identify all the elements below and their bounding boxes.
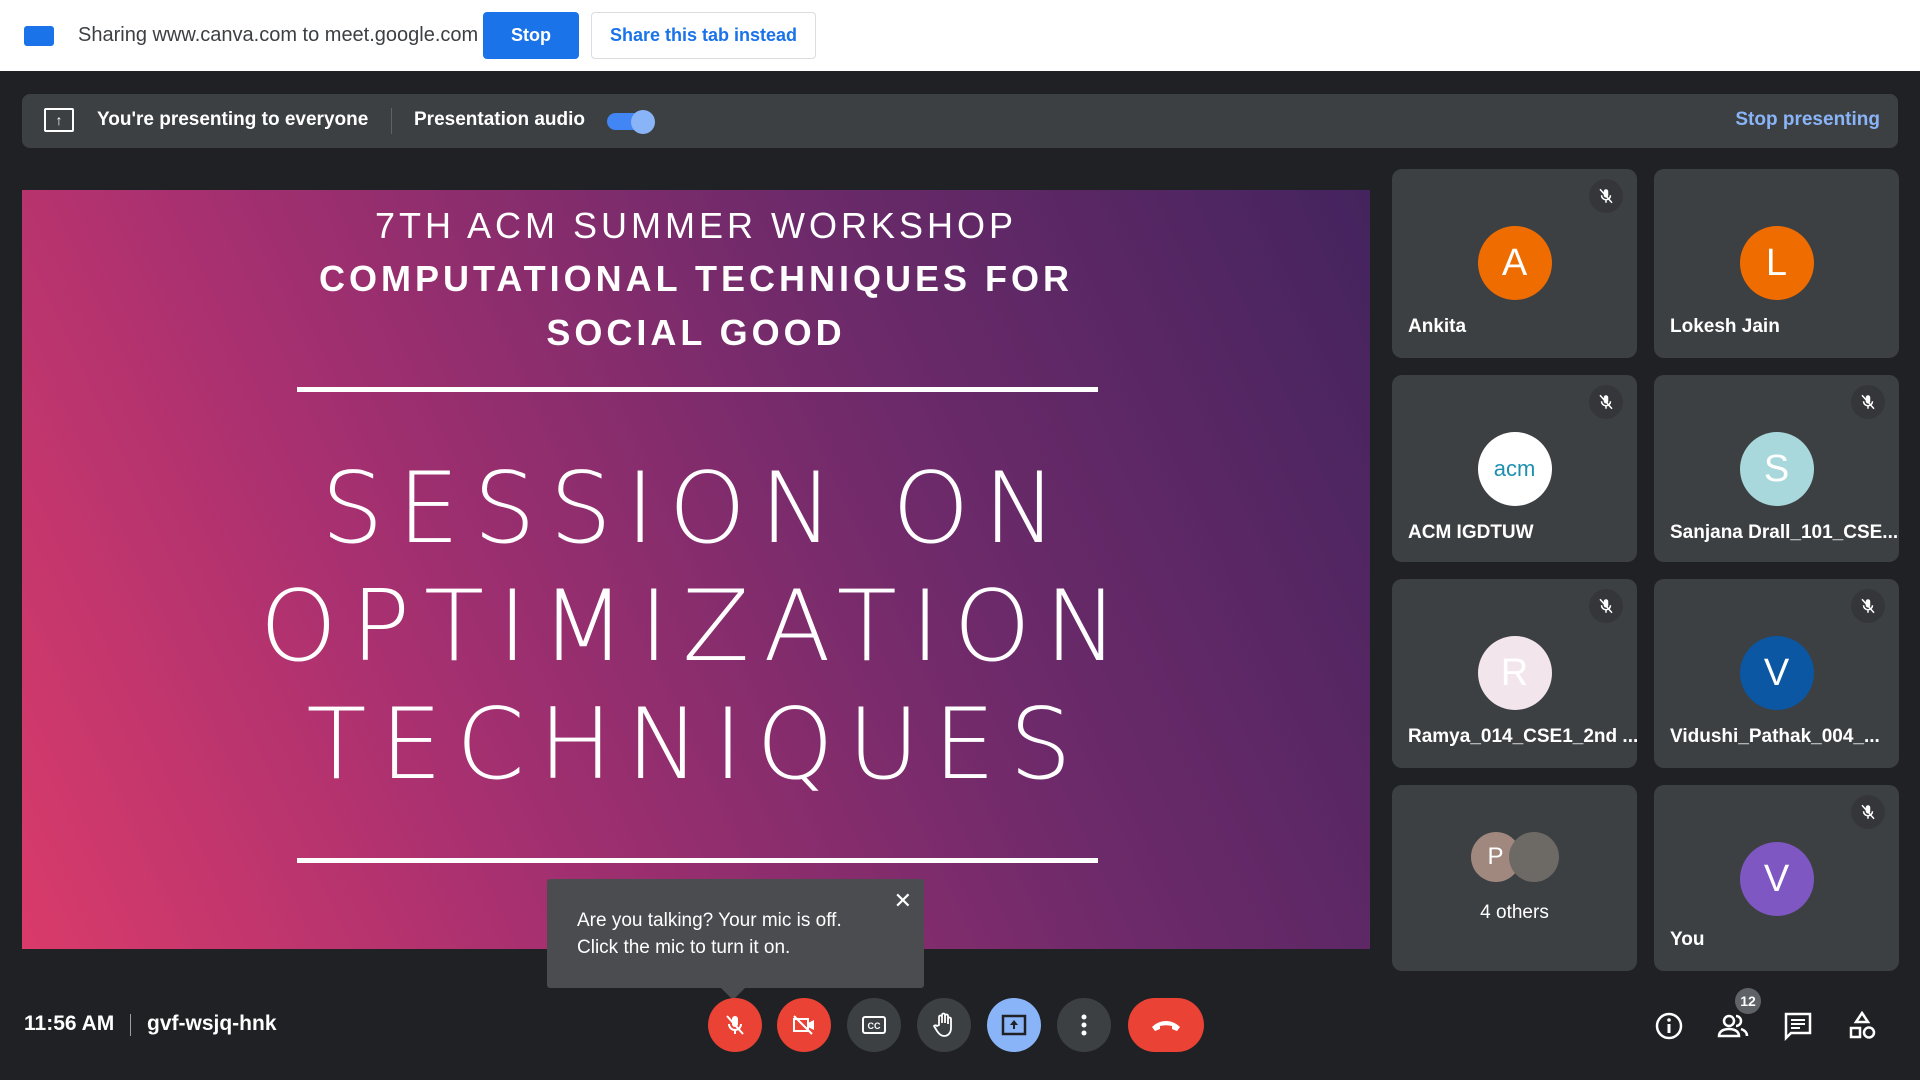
mic-off-icon xyxy=(726,1015,744,1035)
mic-muted-icon xyxy=(1589,385,1623,419)
avatar: R xyxy=(1477,636,1552,710)
avatar: S xyxy=(1739,432,1814,506)
participant-name: 4 others xyxy=(1480,902,1549,923)
share-this-tab-button[interactable]: Share this tab instead xyxy=(591,12,816,59)
divider xyxy=(130,1014,131,1036)
avatar: V xyxy=(1739,636,1814,710)
participant-name: You xyxy=(1670,929,1705,950)
tooltip-line2: Click the mic to turn it on. xyxy=(577,937,791,958)
participant-name: Sanjana Drall_101_CSE... xyxy=(1670,522,1899,543)
microphone-toggle-button[interactable] xyxy=(708,998,762,1052)
participant-name: Lokesh Jain xyxy=(1670,316,1780,337)
participant-tile[interactable]: R Ramya_014_CSE1_2nd ... xyxy=(1392,579,1639,768)
people-button[interactable] xyxy=(1717,1010,1749,1042)
chat-button[interactable] xyxy=(1782,1010,1814,1042)
participant-tile[interactable]: V Vidushi_Pathak_004_... xyxy=(1654,579,1899,768)
activities-shapes-icon xyxy=(1849,1011,1876,1039)
meeting-code: gvf-wsjq-hnk xyxy=(147,1012,277,1035)
camera-off-icon xyxy=(793,1015,814,1035)
tooltip-line1: Are you talking? Your mic is off. xyxy=(577,910,842,931)
meeting-details-button[interactable] xyxy=(1653,1010,1685,1042)
captions-button[interactable]: CC xyxy=(847,998,901,1052)
participant-count-badge: 12 xyxy=(1735,988,1761,1014)
mic-off-tooltip: Are you talking? Your mic is off. Click … xyxy=(547,879,924,1000)
slide-title-line2: OPTIMIZATION xyxy=(259,570,1133,684)
presentation-slide: 7TH ACM SUMMER WORKSHOP COMPUTATIONAL TE… xyxy=(22,190,1370,949)
participant-name: Ramya_014_CSE1_2nd ... xyxy=(1408,726,1639,747)
mic-muted-icon xyxy=(1589,589,1623,623)
avatar: acm xyxy=(1477,432,1552,506)
participant-tile[interactable]: L Lokesh Jain xyxy=(1654,169,1899,358)
avatar: A xyxy=(1477,226,1552,300)
mic-muted-icon xyxy=(1851,385,1885,419)
participant-tile[interactable]: S Sanjana Drall_101_CSE... xyxy=(1654,375,1899,562)
slide-rule-top xyxy=(297,387,1098,392)
clock: 11:56 AM xyxy=(24,1012,115,1035)
participant-name: Ankita xyxy=(1408,316,1467,337)
more-options-button[interactable] xyxy=(1057,998,1111,1052)
stop-sharing-button[interactable]: Stop xyxy=(483,12,579,59)
avatar xyxy=(1508,832,1559,882)
mic-muted-icon xyxy=(1851,589,1885,623)
mic-muted-icon xyxy=(1589,179,1623,213)
participant-tile[interactable]: P4 others xyxy=(1392,785,1637,971)
participant-tile[interactable]: A Ankita xyxy=(1392,169,1637,358)
presenting-status: You're presenting to everyone xyxy=(97,109,369,130)
mic-muted-icon xyxy=(1851,795,1885,829)
hand-icon xyxy=(932,1012,952,1037)
participant-tile[interactable]: acm ACM IGDTUW xyxy=(1392,375,1637,562)
camera-toggle-button[interactable] xyxy=(777,998,831,1052)
screen-share-icon xyxy=(24,26,54,46)
close-icon[interactable]: ✕ xyxy=(894,887,912,914)
slide-subtitle-line2: SOCIAL GOOD xyxy=(546,312,846,353)
raise-hand-button[interactable] xyxy=(917,998,971,1052)
presentation-audio-label: Presentation audio xyxy=(414,109,586,130)
stop-presenting-button[interactable]: Stop presenting xyxy=(1735,109,1880,131)
present-now-button[interactable] xyxy=(987,998,1041,1052)
presentation-audio-toggle[interactable] xyxy=(607,110,657,134)
slide-title-line3: TECHNIQUES xyxy=(306,688,1086,802)
screen-share-bar: Sharing www.canva.com to meet.google.com… xyxy=(0,0,1920,71)
present-screen-icon xyxy=(1001,1014,1027,1036)
sharing-status-text: Sharing www.canva.com to meet.google.com xyxy=(78,24,479,46)
participant-name: Vidushi_Pathak_004_... xyxy=(1670,726,1880,747)
avatar: L xyxy=(1739,226,1814,300)
presenting-bar: ↑ You're presenting to everyone Presenta… xyxy=(22,94,1898,148)
info-icon xyxy=(1655,1012,1683,1040)
svg-text:CC: CC xyxy=(868,1021,881,1031)
divider xyxy=(391,108,392,134)
avatar: V xyxy=(1739,842,1814,916)
slide-title-line1: SESSION ON xyxy=(321,452,1071,566)
closed-captions-icon: CC xyxy=(862,1016,886,1034)
present-screen-icon: ↑ xyxy=(44,108,74,132)
participant-tile[interactable]: V You xyxy=(1654,785,1899,971)
slide-rule-bottom xyxy=(297,858,1098,863)
end-call-icon xyxy=(1152,1021,1180,1031)
participant-name: ACM IGDTUW xyxy=(1408,522,1534,543)
slide-workshop-line: 7TH ACM SUMMER WORKSHOP xyxy=(374,205,1018,246)
leave-call-button[interactable] xyxy=(1128,998,1204,1052)
more-vert-icon xyxy=(1081,1014,1087,1036)
activities-button[interactable] xyxy=(1846,1010,1878,1042)
chat-icon xyxy=(1784,1012,1812,1041)
people-icon xyxy=(1717,1014,1749,1038)
slide-subtitle-line1: COMPUTATIONAL TECHNIQUES FOR xyxy=(319,258,1073,299)
